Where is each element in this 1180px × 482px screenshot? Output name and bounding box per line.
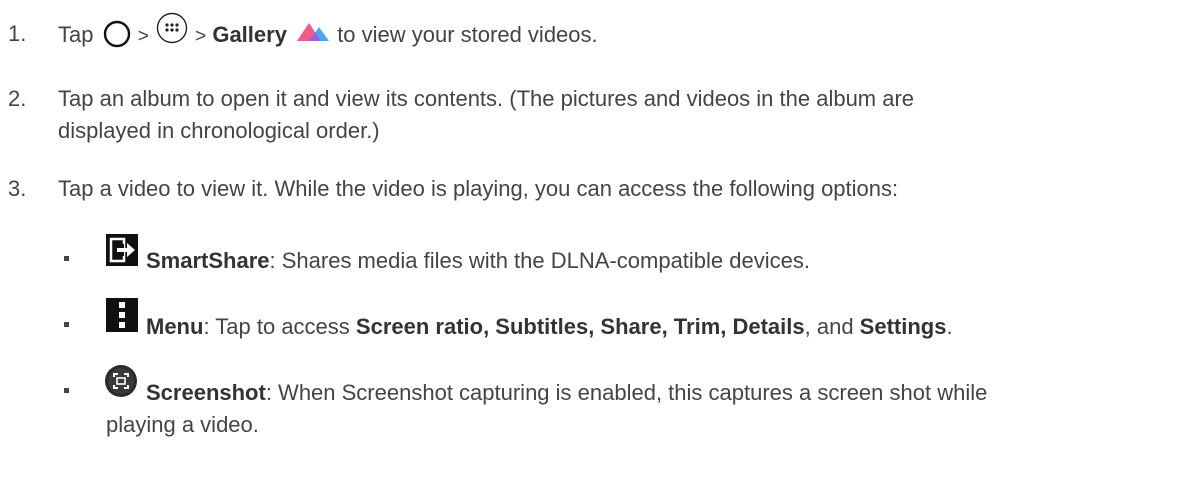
screenshot-icon <box>104 364 138 398</box>
option-menu: Menu: Tap to access Screen ratio, Subtit… <box>0 298 1180 344</box>
step-number: 2. <box>8 86 27 111</box>
bullet <box>64 256 69 261</box>
tap-word: Tap <box>58 21 94 47</box>
screenshot-label: Screenshot <box>146 380 266 405</box>
menu-text: Menu: Tap to access Screen ratio, Subtit… <box>146 312 953 342</box>
menu-icon <box>106 298 138 332</box>
menu-desc-end: . <box>946 314 953 339</box>
step-1-rest: to view your stored videos. <box>337 21 598 47</box>
gallery-icon <box>295 15 331 45</box>
step-1-text: Tap > > Gallery to view your stored vide… <box>58 12 598 53</box>
step-2-line-2: displayed in chronological order.) <box>58 118 380 143</box>
apps-icon <box>155 11 189 45</box>
option-smartshare: SmartShare: Shares media files with the … <box>0 234 1180 280</box>
gallery-label: Gallery <box>212 21 287 47</box>
bullet <box>64 388 69 393</box>
menu-settings: Settings <box>859 314 947 339</box>
separator: > <box>137 25 149 47</box>
menu-label: Menu <box>146 314 204 339</box>
step-number: 1. <box>8 21 27 46</box>
smartshare-text: SmartShare: Shares media files with the … <box>146 246 810 276</box>
smartshare-desc: : Shares media files with the DLNA-compa… <box>269 248 810 273</box>
home-circle-icon <box>102 19 132 49</box>
step-3-text: Tap a video to view it. While the video … <box>58 176 899 201</box>
menu-desc-mid: , and <box>804 314 860 339</box>
screenshot-text: Screenshot: When Screenshot capturing is… <box>146 378 987 408</box>
screenshot-desc-1: : When Screenshot capturing is enabled, … <box>265 380 988 405</box>
step-2-line-1: Tap an album to open it and view its con… <box>58 86 915 111</box>
step-3: 3. Tap a video to view it. While the vid… <box>0 174 1180 206</box>
smartshare-icon <box>106 234 138 266</box>
step-2: 2. Tap an album to open it and view its … <box>0 84 1180 148</box>
menu-items: Screen ratio, Subtitles, Share, Trim, De… <box>355 314 805 339</box>
step-1: 1. Tap > > Gallery to view your stored v… <box>0 12 1180 54</box>
step-number: 3. <box>8 176 27 201</box>
smartshare-label: SmartShare <box>146 248 270 273</box>
bullet <box>64 322 69 327</box>
separator: > <box>195 25 207 47</box>
screenshot-desc-2: playing a video. <box>106 412 259 437</box>
menu-desc-pre: : Tap to access <box>203 314 356 339</box>
option-screenshot: Screenshot: When Screenshot capturing is… <box>0 364 1180 444</box>
